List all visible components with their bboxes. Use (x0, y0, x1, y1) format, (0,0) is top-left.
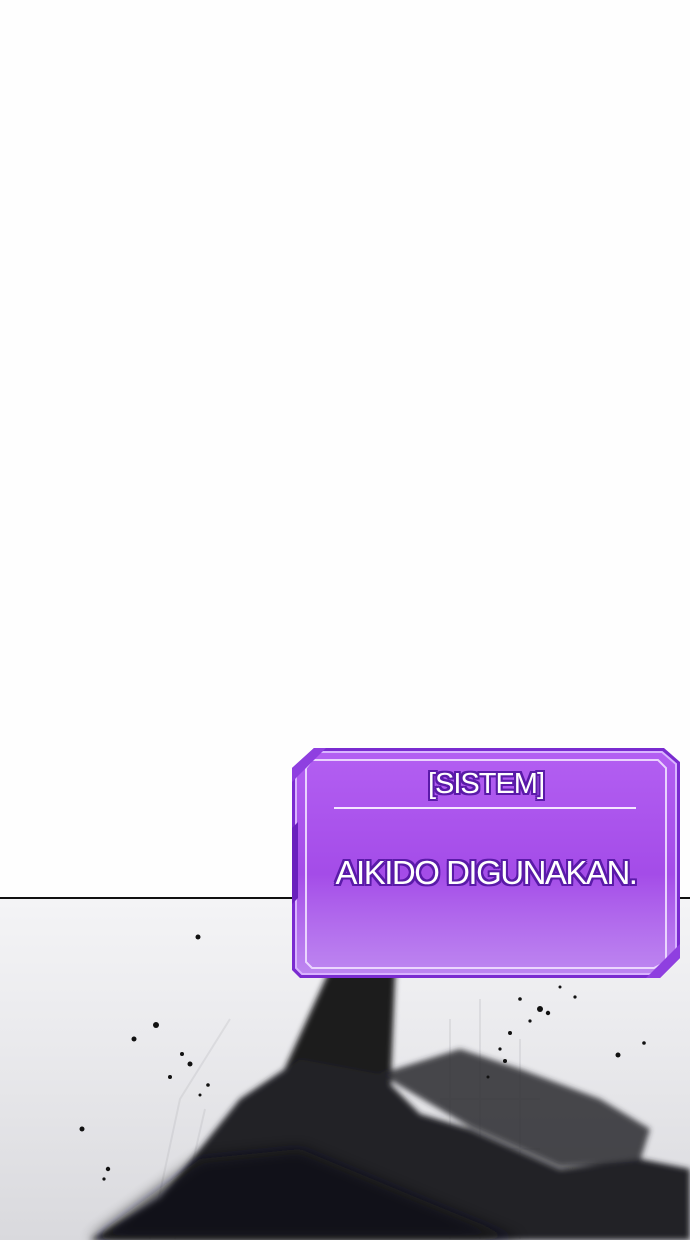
system-title: [SISTEM] (427, 768, 545, 800)
system-message: AIKIDO DIGUNAKAN. (335, 854, 638, 891)
system-notification-window: [SISTEM] AIKIDO DIGUNAKAN. (292, 748, 680, 978)
comic-page: [SISTEM] AIKIDO DIGUNAKAN. (0, 0, 690, 1240)
system-title-divider (334, 807, 636, 809)
